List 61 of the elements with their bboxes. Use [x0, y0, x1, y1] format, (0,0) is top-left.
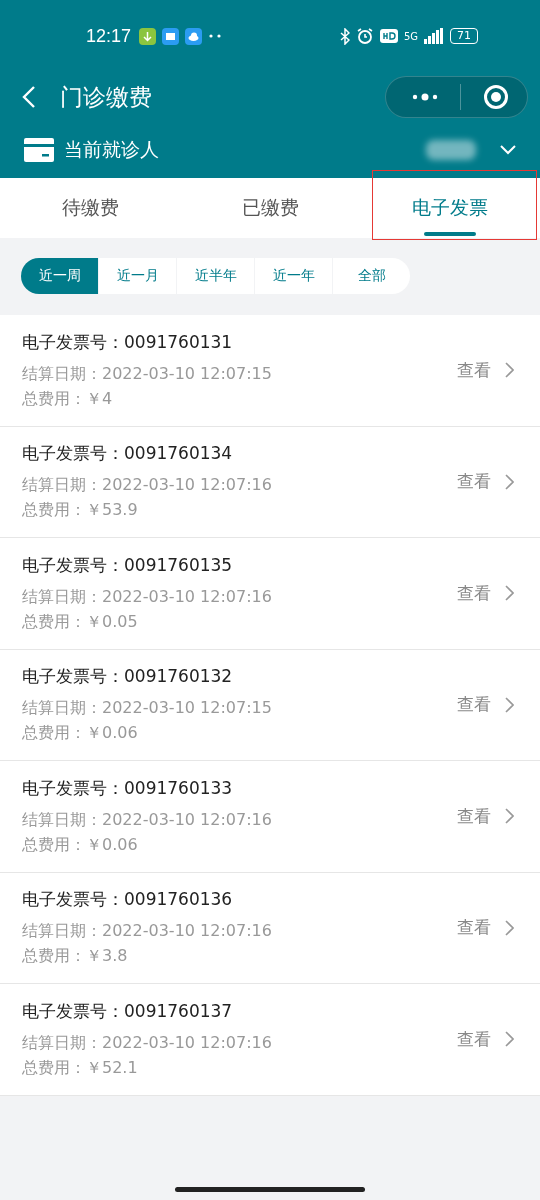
- total-fee: 总费用：￥52.1: [22, 1057, 139, 1079]
- view-link[interactable]: 查看: [457, 470, 491, 494]
- settlement-date: 结算日期：2022-03-10 12:07:16: [22, 475, 273, 497]
- invoice-number: 电子发票号：0091760136: [22, 888, 234, 912]
- period-filter[interactable]: 近一年: [255, 258, 332, 294]
- settlement-date: 结算日期：2022-03-10 12:07:16: [22, 921, 273, 943]
- settlement-date: 结算日期：2022-03-10 12:07:16: [22, 1032, 273, 1054]
- period-filter[interactable]: 近半年: [177, 258, 254, 294]
- more-icon[interactable]: [412, 93, 438, 101]
- cloud-app-icon: [185, 27, 203, 45]
- view-link[interactable]: 查看: [457, 1027, 491, 1051]
- settlement-date: 结算日期：2022-03-10 12:07:15: [22, 363, 273, 385]
- chevron-right-icon: [505, 585, 514, 602]
- invoice-number: 电子发票号：0091760132: [22, 665, 234, 689]
- view-link[interactable]: 查看: [457, 804, 491, 828]
- card-icon: [24, 138, 54, 162]
- page-title: 门诊缴费: [60, 82, 152, 112]
- period-filter[interactable]: 近一周: [21, 258, 98, 294]
- total-fee: 总费用：￥0.06: [22, 723, 139, 745]
- invoice-number: 电子发票号：0091760133: [22, 776, 234, 800]
- network-type: 5G: [403, 30, 418, 42]
- total-fee: 总费用：￥0.05: [22, 611, 139, 633]
- mail-app-icon: [162, 27, 180, 45]
- chevron-right-icon: [505, 696, 514, 713]
- view-link[interactable]: 查看: [457, 581, 491, 605]
- total-fee: 总费用：￥4: [22, 388, 114, 410]
- hd-icon: [379, 29, 398, 43]
- back-icon[interactable]: [22, 85, 36, 109]
- settlement-date: 结算日期：2022-03-10 12:07:16: [22, 586, 273, 608]
- period-filter[interactable]: 近一月: [99, 258, 176, 294]
- chevron-right-icon: [505, 808, 514, 825]
- view-link[interactable]: 查看: [457, 916, 491, 940]
- view-link[interactable]: 查看: [457, 358, 491, 382]
- invoice-number: 电子发票号：0091760137: [22, 999, 234, 1023]
- tab[interactable]: 已缴费: [180, 178, 360, 238]
- invoice-number: 电子发票号：0091760131: [22, 330, 234, 354]
- total-fee: 总费用：￥3.8: [22, 946, 129, 968]
- patient-label: 当前就诊人: [64, 137, 159, 162]
- signal-icon: [424, 28, 444, 44]
- chevron-right-icon: [505, 1031, 514, 1048]
- more-notifications-icon: [208, 33, 223, 39]
- battery-indicator: 71: [450, 28, 478, 44]
- download-app-icon: [139, 27, 157, 45]
- redacted-name: [426, 140, 476, 160]
- status-time: 12:17: [86, 25, 132, 47]
- settlement-date: 结算日期：2022-03-10 12:07:15: [22, 698, 273, 720]
- settlement-date: 结算日期：2022-03-10 12:07:16: [22, 809, 273, 831]
- alarm-icon: [355, 27, 374, 45]
- invoice-number: 电子发票号：0091760134: [22, 442, 234, 466]
- chevron-right-icon: [505, 919, 514, 936]
- invoice-number: 电子发票号：0091760135: [22, 553, 234, 577]
- chevron-right-icon: [505, 473, 514, 490]
- total-fee: 总费用：￥53.9: [22, 500, 139, 522]
- period-filter[interactable]: 全部: [333, 258, 410, 294]
- chevron-down-icon[interactable]: [500, 145, 516, 155]
- total-fee: 总费用：￥0.06: [22, 834, 139, 856]
- tab[interactable]: 电子发票: [360, 178, 540, 238]
- bluetooth-icon: [339, 27, 350, 45]
- chevron-right-icon: [505, 362, 514, 379]
- tab[interactable]: 待缴费: [0, 178, 180, 238]
- view-link[interactable]: 查看: [457, 693, 491, 717]
